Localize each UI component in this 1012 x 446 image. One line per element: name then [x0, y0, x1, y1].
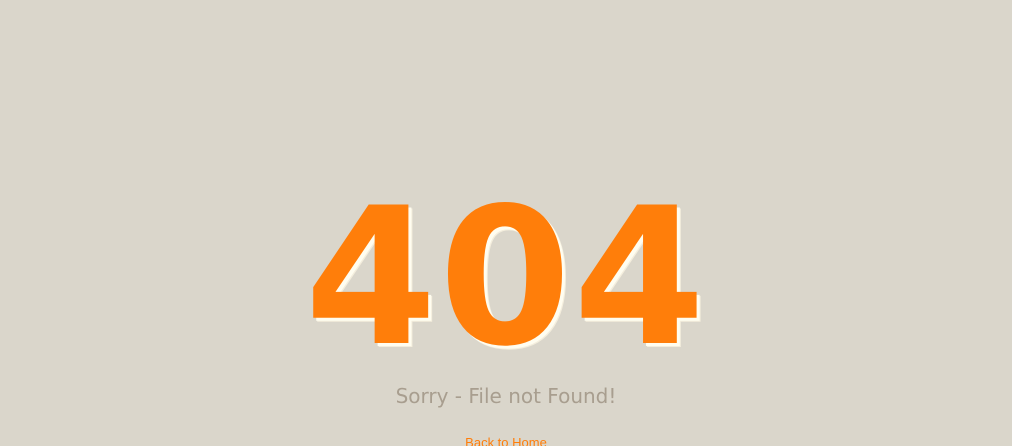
- back-to-home-link[interactable]: Back to Home: [465, 435, 547, 446]
- error-code-heading: 404: [304, 167, 708, 388]
- error-message: Sorry - File not Found!: [395, 384, 617, 408]
- back-link-container: Back to Home: [0, 434, 1012, 446]
